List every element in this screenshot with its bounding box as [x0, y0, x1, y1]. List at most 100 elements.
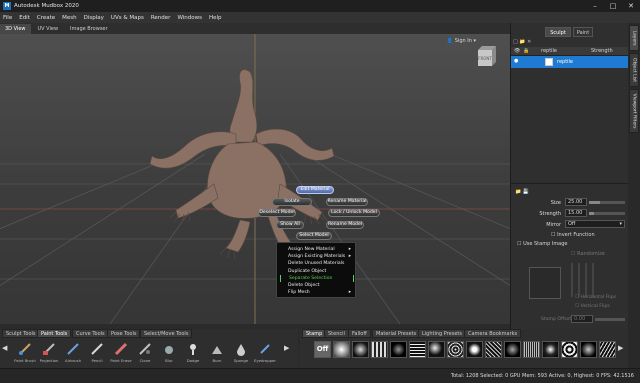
stamp-3[interactable]: [371, 341, 388, 358]
menu-duplicate-object[interactable]: Duplicate Object: [280, 268, 354, 275]
menu-create[interactable]: Create: [37, 15, 55, 21]
stamp-preview[interactable]: [529, 267, 561, 299]
side-tab-object-list[interactable]: Object List: [629, 53, 639, 87]
pie-deselect-model[interactable]: Deselect Model: [258, 209, 296, 217]
menu-uvs-maps[interactable]: UVs & Maps: [111, 15, 144, 21]
menu-display[interactable]: Display: [84, 15, 104, 21]
tool-projection[interactable]: Projection: [38, 342, 60, 366]
delete-layer-icon[interactable]: ✕: [527, 39, 531, 45]
pie-rename-material[interactable]: Rename Material: [326, 198, 368, 206]
stamp-off[interactable]: Off: [314, 341, 331, 358]
tool-blur[interactable]: Blur: [158, 342, 180, 366]
layer-row-reptile[interactable]: ● reptile: [511, 56, 629, 68]
menu-delete-object[interactable]: Delete Object: [280, 282, 354, 289]
strength-input[interactable]: 15.00: [565, 209, 587, 217]
tab-stencil[interactable]: Stencil: [324, 329, 349, 338]
stamp-9[interactable]: [485, 341, 502, 358]
tool-eyedropper[interactable]: Eyedropper: [254, 342, 276, 366]
randomize-toggle[interactable]: ☐ Randomize: [571, 251, 605, 257]
layer-visible-icon[interactable]: ●: [514, 58, 518, 64]
tool-clone[interactable]: Clone: [134, 342, 156, 366]
strength-slider[interactable]: [589, 212, 625, 215]
stamp-2[interactable]: [352, 341, 369, 358]
stamp-5[interactable]: [409, 341, 426, 358]
3d-viewport[interactable]: FRONT 👤 Sign In ▾ Edit Material Isolate …: [0, 34, 510, 324]
sign-in-link[interactable]: 👤 Sign In ▾: [447, 38, 476, 44]
stamp-8[interactable]: [466, 341, 483, 358]
menu-file[interactable]: File: [3, 15, 12, 21]
menu-delete-unused-materials[interactable]: Delete Unused Materials: [280, 260, 354, 267]
tool-paint-erase[interactable]: Paint Erase: [110, 342, 132, 366]
stamp-7[interactable]: [447, 341, 464, 358]
pie-lock-unlock-model[interactable]: Lock / Unlock Model: [328, 209, 380, 217]
mirror-select[interactable]: Off ▾: [565, 220, 625, 228]
tab-uv-view[interactable]: UV View: [33, 24, 64, 34]
tab-lighting-presets[interactable]: Lighting Presets: [418, 329, 466, 338]
tab-stamp[interactable]: Stamp: [302, 329, 327, 338]
stamp-6[interactable]: [428, 341, 445, 358]
scroll-left-icon[interactable]: ◀: [2, 344, 7, 352]
side-tab-layers[interactable]: Layers: [629, 25, 639, 51]
invert-function-toggle[interactable]: ☐ Invert Function: [551, 232, 595, 238]
menu-assign-new-material[interactable]: Assign New Material ▸: [280, 246, 354, 253]
lock-icon[interactable]: 🔒: [523, 48, 529, 54]
menu-help[interactable]: Help: [209, 15, 222, 21]
stamp-15[interactable]: [599, 341, 616, 358]
tab-pose-tools[interactable]: Pose Tools: [107, 329, 141, 338]
stamp-10[interactable]: [504, 341, 521, 358]
stamp-1[interactable]: [333, 341, 350, 358]
pie-select-model[interactable]: Select Model: [296, 232, 332, 240]
tab-image-browser[interactable]: Image Browser: [65, 24, 113, 34]
pie-show-all[interactable]: Show All: [276, 221, 304, 229]
tool-pencil[interactable]: Pencil: [86, 342, 108, 366]
tab-material-presets[interactable]: Material Presets: [372, 329, 421, 338]
tab-paint-tools[interactable]: Paint Tools: [37, 329, 72, 338]
tab-falloff[interactable]: Falloff: [348, 329, 371, 338]
menu-edit[interactable]: Edit: [19, 15, 30, 21]
vertical-flip-toggle[interactable]: ☐ Vertical Flips: [575, 304, 610, 309]
stamp-offset-slider[interactable]: [595, 318, 625, 321]
stamp-11[interactable]: [523, 341, 540, 358]
tab-curve-tools[interactable]: Curve Tools: [72, 329, 109, 338]
tool-dodge[interactable]: Dodge: [182, 342, 204, 366]
folder-icon[interactable]: 📁: [519, 39, 525, 45]
tab-select-move-tools[interactable]: Select/Move Tools: [140, 329, 193, 338]
pie-rename-model[interactable]: Rename Model: [326, 221, 364, 229]
menu-render[interactable]: Render: [151, 15, 171, 21]
size-input[interactable]: 25.00: [565, 198, 587, 206]
stamp-14[interactable]: [580, 341, 597, 358]
tool-sponge[interactable]: Sponge: [230, 342, 252, 366]
stamp-13[interactable]: [561, 341, 578, 358]
pie-isolate[interactable]: Isolate: [272, 198, 312, 206]
tool-burn[interactable]: Burn: [206, 342, 228, 366]
pie-edit-material[interactable]: Edit Material: [296, 186, 334, 194]
stamp-4[interactable]: [390, 341, 407, 358]
maximize-icon[interactable]: □: [604, 0, 622, 12]
tool-paint-brush[interactable]: Paint Brush: [14, 342, 36, 366]
menu-mesh[interactable]: Mesh: [62, 15, 76, 21]
close-icon[interactable]: ✕: [622, 0, 640, 12]
menu-separate-selection[interactable]: Separate Selection: [280, 275, 354, 282]
tool-airbrush[interactable]: Airbrush: [62, 342, 84, 366]
menu-assign-existing-materials[interactable]: Assign Existing Materials ▸: [280, 253, 354, 260]
visibility-eye-icon[interactable]: 👁: [514, 48, 520, 54]
navigation-cube-icon[interactable]: FRONT: [474, 44, 500, 68]
size-slider[interactable]: [589, 201, 625, 204]
minimize-icon[interactable]: –: [586, 0, 604, 12]
horizontal-flip-toggle[interactable]: ☐ Horizontal Flips: [575, 295, 616, 300]
tab-paint[interactable]: Paint: [573, 27, 593, 37]
stamp-12[interactable]: [542, 341, 559, 358]
folder-icon[interactable]: 📁: [515, 189, 521, 195]
side-tab-viewport-filters[interactable]: Viewport Filters: [629, 89, 639, 133]
scroll-right-icon[interactable]: ▶: [618, 344, 623, 352]
menu-flip-mesh[interactable]: Flip Mesh ▸: [280, 289, 354, 296]
scroll-right-icon[interactable]: ▶: [284, 344, 289, 352]
tab-camera-bookmarks[interactable]: Camera Bookmarks: [464, 329, 522, 338]
tab-3d-view[interactable]: 3D View: [0, 24, 31, 34]
tab-sculpt-tools[interactable]: Sculpt Tools: [2, 329, 40, 338]
menu-windows[interactable]: Windows: [177, 15, 202, 21]
stamp-offset-input[interactable]: 0.00: [571, 315, 593, 323]
new-layer-icon[interactable]: □: [513, 39, 518, 45]
save-icon[interactable]: 💾: [523, 189, 529, 195]
tab-sculpt[interactable]: Sculpt: [545, 27, 571, 37]
